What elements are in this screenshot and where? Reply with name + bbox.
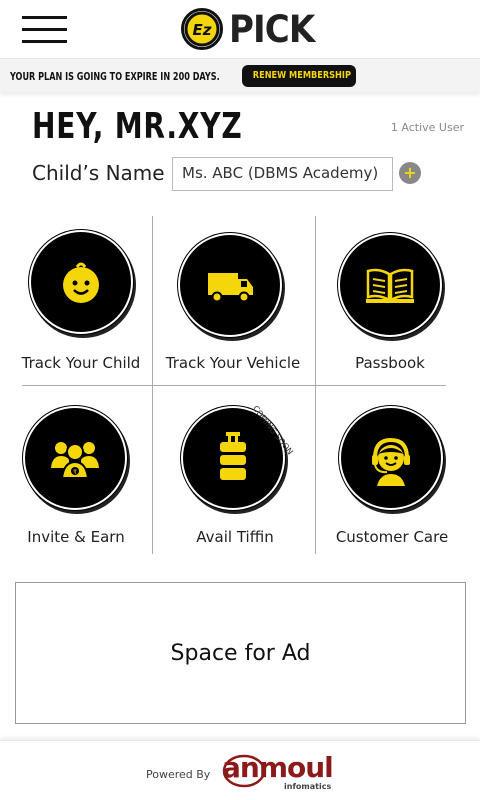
tile-label: Track Your Vehicle: [165, 354, 301, 372]
van-icon: [180, 235, 280, 335]
invite-people-icon: ₹: [25, 408, 125, 508]
feature-grid: Track Your Child Track Your Vehicle Pass…: [0, 216, 480, 556]
child-face-icon: [31, 232, 131, 332]
avail-tiffin-tile[interactable]: COMING SOON Avail Tiffin: [160, 388, 310, 556]
brand-subtitle: infomatics: [284, 782, 332, 791]
anmoul-logo: anmoul infomatics: [222, 751, 334, 795]
tile-label: Track Your Child: [21, 354, 141, 372]
grid-divider: [152, 386, 153, 554]
footer: Powered By anmoul infomatics: [0, 740, 480, 800]
greeting-title: HEY, MR.XYZ: [32, 106, 243, 147]
add-child-button[interactable]: +: [399, 162, 421, 184]
svg-text:Ez: Ez: [193, 21, 212, 39]
brand-name: anmoul: [222, 751, 334, 784]
ad-space[interactable]: Space for Ad: [15, 582, 466, 724]
logo-text: PICK: [229, 7, 315, 51]
ad-placeholder-text: Space for Ad: [170, 641, 311, 666]
child-name-select[interactable]: Ms. ABC (DBMS Academy): [172, 157, 393, 191]
grid-divider: [315, 386, 316, 554]
hamburger-menu-icon[interactable]: [22, 16, 67, 44]
tile-label: Passbook: [355, 354, 425, 372]
headset-agent-icon: [341, 408, 441, 508]
tile-label: Invite & Earn: [27, 528, 125, 546]
child-name-label: Child’s Name: [32, 161, 165, 185]
tile-label: Customer Care: [335, 528, 449, 546]
svg-text:₹: ₹: [73, 469, 77, 476]
powered-by-label: Powered By: [146, 768, 211, 781]
ez-logo-icon: Ez: [181, 8, 223, 50]
expiry-message: YOUR PLAN IS GOING TO EXPIRE IN 200 DAYS…: [10, 70, 220, 83]
customer-care-tile[interactable]: Customer Care: [317, 388, 467, 556]
app-logo: Ez PICK: [181, 7, 322, 51]
active-users-count: 1 Active User: [390, 121, 464, 134]
tile-label: Avail Tiffin: [196, 528, 274, 546]
renew-membership-button[interactable]: RENEW MEMBERSHIP: [242, 65, 356, 87]
expiry-banner: YOUR PLAN IS GOING TO EXPIRE IN 200 DAYS…: [0, 58, 480, 92]
app-header: Ez PICK: [0, 0, 480, 58]
track-child-tile[interactable]: Track Your Child: [6, 216, 156, 386]
passbook-tile[interactable]: Passbook: [315, 216, 465, 386]
invite-earn-tile[interactable]: ₹ Invite & Earn: [1, 388, 151, 556]
track-vehicle-tile[interactable]: Track Your Vehicle: [158, 216, 308, 386]
open-book-icon: [340, 235, 440, 335]
